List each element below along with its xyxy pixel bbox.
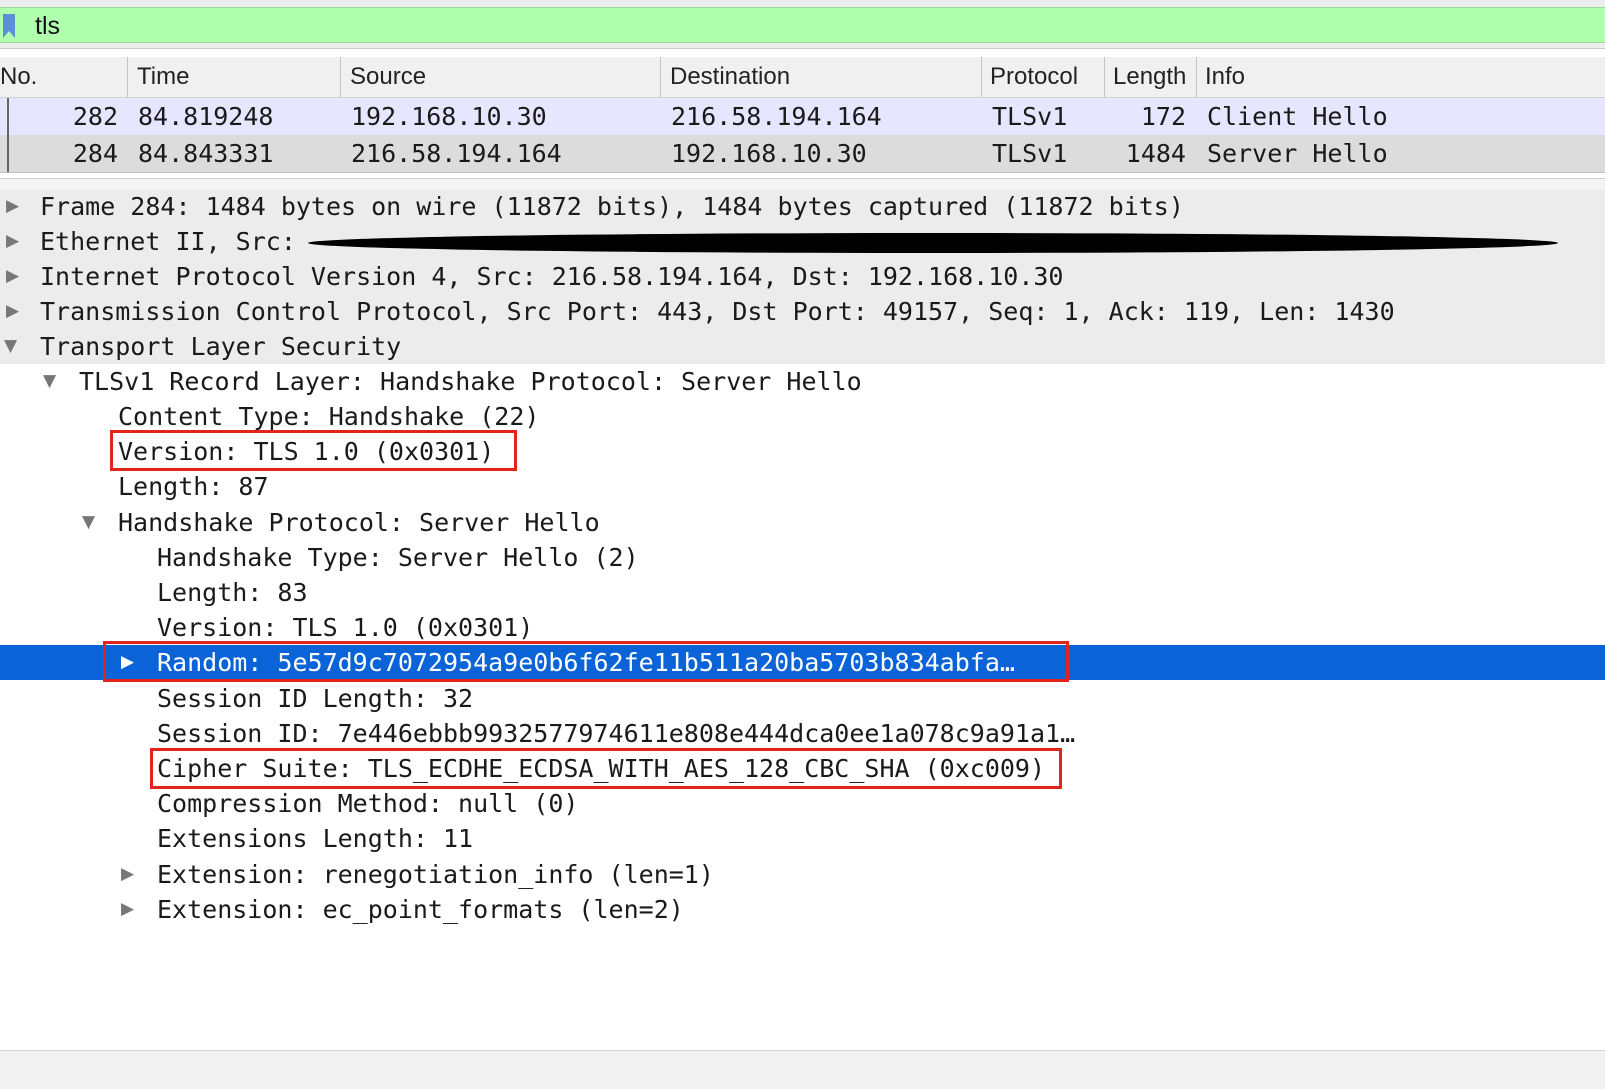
packet-length: 1484 — [1125, 139, 1186, 168]
tree-item-session-id-length[interactable]: Session ID Length: 32 — [0, 681, 1605, 716]
disclosure-triangle-down-icon[interactable]: ▼ — [43, 364, 63, 399]
tree-item-extensions-length[interactable]: Extensions Length: 11 — [0, 821, 1605, 856]
column-divider[interactable] — [1104, 57, 1105, 97]
disclosure-triangle-right-icon[interactable]: ▶ — [6, 259, 26, 294]
tree-item-handshake-version[interactable]: Version: TLS 1.0 (0x0301) — [0, 610, 1605, 645]
tree-item-label: Extensions Length: 11 — [157, 824, 474, 853]
column-header-length[interactable]: Length — [1113, 57, 1189, 97]
tree-item-label: TLSv1 Record Layer: Handshake Protocol: … — [79, 367, 862, 396]
packet-length: 172 — [1140, 102, 1186, 131]
tree-item-handshake-type[interactable]: Handshake Type: Server Hello (2) — [0, 540, 1605, 575]
annotation-box-random — [103, 641, 1069, 682]
packet-list-header: No. Time Source Destination Protocol Len… — [0, 57, 1605, 98]
packet-row[interactable]: 282 84.819248 192.168.10.30 216.58.194.1… — [0, 98, 1605, 135]
disclosure-triangle-down-icon[interactable]: ▼ — [4, 329, 24, 364]
tree-item-label: Extension: renegotiation_info (len=1) — [157, 860, 714, 889]
annotation-box-version — [110, 430, 517, 471]
tree-item-label: Extension: ec_point_formats (len=2) — [157, 895, 684, 924]
column-divider[interactable] — [127, 57, 128, 97]
column-divider[interactable] — [340, 57, 341, 97]
packet-time: 84.843331 — [138, 139, 274, 168]
tree-item-content-type[interactable]: Content Type: Handshake (22) — [0, 399, 1605, 434]
tree-item-handshake-protocol[interactable]: ▼ Handshake Protocol: Server Hello — [0, 505, 1605, 540]
display-filter-input[interactable]: tls — [0, 7, 1605, 43]
tree-item-label: Handshake Type: Server Hello (2) — [157, 543, 639, 572]
packet-source: 216.58.194.164 — [351, 139, 562, 168]
redaction-scribble — [308, 233, 1558, 253]
packet-no: 282 — [72, 102, 118, 131]
tree-item-label: Version: TLS 1.0 (0x0301) — [157, 613, 534, 642]
tree-item-label: Session ID: 7e446ebbb9932577974611e808e4… — [157, 719, 1076, 748]
tree-item-ip[interactable]: ▶ Internet Protocol Version 4, Src: 216.… — [0, 259, 1605, 294]
packet-source: 192.168.10.30 — [351, 102, 547, 131]
tree-item-label: Length: 87 — [118, 472, 269, 501]
packet-protocol: TLSv1 — [992, 139, 1068, 168]
tree-item-label: Content Type: Handshake (22) — [118, 402, 540, 431]
bytes-pane-divider[interactable] — [0, 1050, 1605, 1089]
disclosure-triangle-right-icon[interactable]: ▶ — [6, 224, 26, 259]
packet-info: Server Hello — [1207, 139, 1388, 168]
column-divider[interactable] — [981, 57, 982, 97]
tree-item-frame[interactable]: ▶ Frame 284: 1484 bytes on wire (11872 b… — [0, 189, 1605, 224]
tree-item-label: Frame 284: 1484 bytes on wire (11872 bit… — [40, 192, 1184, 221]
tree-item-ethernet[interactable]: ▶ Ethernet II, Src: — [0, 224, 1605, 259]
packet-time: 84.819248 — [138, 102, 274, 131]
tree-item-tls-record[interactable]: ▼ TLSv1 Record Layer: Handshake Protocol… — [0, 364, 1605, 399]
bookmark-icon[interactable] — [2, 14, 16, 38]
packet-no: 284 — [72, 139, 118, 168]
packet-row-selected[interactable]: 284 84.843331 216.58.194.164 192.168.10.… — [0, 135, 1605, 173]
tree-item-extension-ec-point-formats[interactable]: ▶ Extension: ec_point_formats (len=2) — [0, 892, 1605, 927]
tree-item-handshake-length[interactable]: Length: 83 — [0, 575, 1605, 610]
tree-item-label: Internet Protocol Version 4, Src: 216.58… — [40, 262, 1064, 291]
disclosure-triangle-right-icon[interactable]: ▶ — [6, 294, 26, 329]
tree-item-label: Handshake Protocol: Server Hello — [118, 508, 600, 537]
tree-item-label: Ethernet II, Src: — [40, 227, 296, 256]
disclosure-triangle-right-icon[interactable]: ▶ — [121, 857, 141, 892]
packet-destination: 192.168.10.30 — [671, 139, 867, 168]
column-divider[interactable] — [660, 57, 661, 97]
column-header-source[interactable]: Source — [350, 57, 650, 97]
packet-protocol: TLSv1 — [992, 102, 1068, 131]
disclosure-triangle-right-icon[interactable]: ▶ — [121, 892, 141, 927]
display-filter-value: tls — [35, 12, 60, 40]
tree-item-session-id[interactable]: Session ID: 7e446ebbb9932577974611e808e4… — [0, 716, 1605, 751]
column-header-time[interactable]: Time — [137, 57, 332, 97]
tree-item-record-length[interactable]: Length: 87 — [0, 469, 1605, 504]
packet-destination: 216.58.194.164 — [671, 102, 882, 131]
column-header-destination[interactable]: Destination — [670, 57, 970, 97]
annotation-box-cipher-suite — [150, 748, 1062, 789]
column-header-no[interactable]: No. — [0, 57, 120, 97]
tree-item-label: Compression Method: null (0) — [157, 789, 579, 818]
display-filter-toolbar: tls — [0, 0, 1605, 49]
column-header-protocol[interactable]: Protocol — [990, 57, 1100, 97]
tree-item-tls[interactable]: ▼ Transport Layer Security — [0, 329, 1605, 364]
column-divider[interactable] — [1196, 57, 1197, 97]
column-header-info[interactable]: Info — [1205, 57, 1405, 97]
tree-item-extension-renegotiation[interactable]: ▶ Extension: renegotiation_info (len=1) — [0, 857, 1605, 892]
tree-item-label: Length: 83 — [157, 578, 308, 607]
tree-item-tcp[interactable]: ▶ Transmission Control Protocol, Src Por… — [0, 294, 1605, 329]
disclosure-triangle-down-icon[interactable]: ▼ — [82, 505, 102, 540]
tree-item-label: Session ID Length: 32 — [157, 684, 474, 713]
disclosure-triangle-right-icon[interactable]: ▶ — [6, 189, 26, 224]
packet-info: Client Hello — [1207, 102, 1388, 131]
tree-item-compression-method[interactable]: Compression Method: null (0) — [0, 786, 1605, 821]
tree-item-label: Transmission Control Protocol, Src Port:… — [40, 297, 1395, 326]
tree-item-label: Transport Layer Security — [40, 332, 402, 361]
